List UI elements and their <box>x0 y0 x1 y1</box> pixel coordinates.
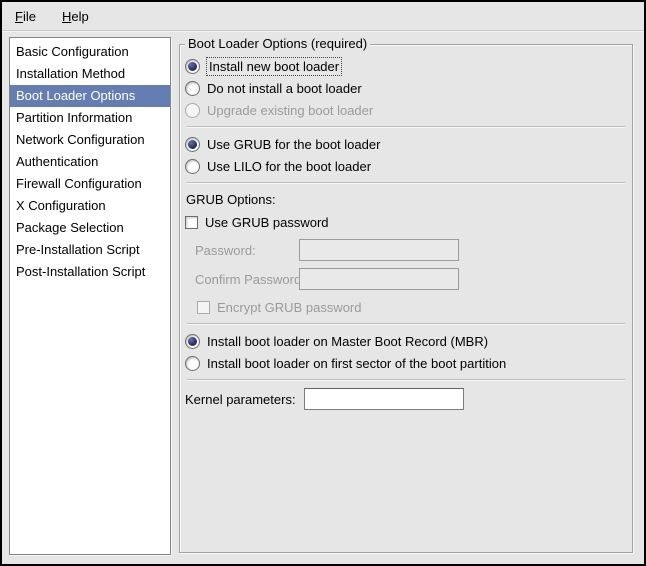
confirm-password-row: Confirm Password: <box>195 267 627 291</box>
radio-row-use-lilo[interactable]: Use LILO for the boot loader <box>185 155 627 177</box>
radio-row-install-new-boot-loader[interactable]: Install new boot loader <box>185 55 627 77</box>
confirm-password-field <box>299 268 459 290</box>
radio-use-grub-label: Use GRUB for the boot loader <box>207 137 380 152</box>
kickstart-configurator-window: File Help Basic Configuration Installati… <box>0 0 646 566</box>
sidebar-item-basic-configuration[interactable]: Basic Configuration <box>10 41 170 63</box>
sidebar-item-firewall-configuration[interactable]: Firewall Configuration <box>10 173 170 195</box>
radio-row-install-on-first-sector[interactable]: Install boot loader on first sector of t… <box>185 352 627 374</box>
sidebar-item-network-configuration[interactable]: Network Configuration <box>10 129 170 151</box>
sidebar-item-post-installation-script[interactable]: Post-Installation Script <box>10 261 170 283</box>
radio-do-not-install-boot-loader-label: Do not install a boot loader <box>207 81 362 96</box>
checkbox-use-grub-password-label: Use GRUB password <box>205 215 329 230</box>
confirm-password-label: Confirm Password: <box>195 272 299 287</box>
sidebar-item-x-configuration[interactable]: X Configuration <box>10 195 170 217</box>
boot-loader-options-frame: Boot Loader Options (required) Install n… <box>179 44 633 553</box>
radio-row-install-on-mbr[interactable]: Install boot loader on Master Boot Recor… <box>185 330 627 352</box>
kernel-parameters-label: Kernel parameters: <box>185 392 296 407</box>
password-label: Password: <box>195 243 299 258</box>
radio-row-use-grub[interactable]: Use GRUB for the boot loader <box>185 133 627 155</box>
radio-install-new-boot-loader-icon[interactable] <box>185 59 200 74</box>
sidebar-item-boot-loader-options[interactable]: Boot Loader Options <box>10 85 170 107</box>
radio-upgrade-existing-boot-loader-label: Upgrade existing boot loader <box>207 103 373 118</box>
kernel-parameters-row: Kernel parameters: <box>185 387 627 411</box>
radio-install-on-mbr-icon[interactable] <box>185 334 200 349</box>
section-list: Basic Configuration Installation Method … <box>9 37 171 555</box>
menu-bar: File Help <box>2 2 644 31</box>
checkbox-row-encrypt-grub-password: Encrypt GRUB password <box>197 296 627 318</box>
password-row: Password: <box>195 238 627 262</box>
separator <box>187 126 625 128</box>
menu-file[interactable]: File <box>8 6 43 27</box>
separator <box>187 323 625 325</box>
kernel-parameters-field[interactable] <box>304 388 464 410</box>
menu-help[interactable]: Help <box>55 6 96 27</box>
radio-use-lilo-label: Use LILO for the boot loader <box>207 159 371 174</box>
sidebar-item-authentication[interactable]: Authentication <box>10 151 170 173</box>
radio-install-on-first-sector-icon[interactable] <box>185 356 200 371</box>
radio-row-do-not-install-boot-loader[interactable]: Do not install a boot loader <box>185 77 627 99</box>
main-area: Basic Configuration Installation Method … <box>2 31 644 564</box>
checkbox-encrypt-grub-password-label: Encrypt GRUB password <box>217 300 362 315</box>
frame-title: Boot Loader Options (required) <box>185 36 370 51</box>
separator <box>187 379 625 381</box>
sidebar-item-partition-information[interactable]: Partition Information <box>10 107 170 129</box>
checkbox-row-use-grub-password[interactable]: Use GRUB password <box>185 211 627 233</box>
radio-use-lilo-icon[interactable] <box>185 159 200 174</box>
radio-install-on-mbr-label: Install boot loader on Master Boot Recor… <box>207 334 488 349</box>
radio-do-not-install-boot-loader-icon[interactable] <box>185 81 200 96</box>
checkbox-encrypt-grub-password-icon <box>197 301 210 314</box>
frame-content: Install new boot loader Do not install a… <box>180 45 632 411</box>
separator <box>187 182 625 184</box>
radio-install-new-boot-loader-label: Install new boot loader <box>207 58 341 75</box>
checkbox-use-grub-password-icon[interactable] <box>185 216 198 229</box>
radio-install-on-first-sector-label: Install boot loader on first sector of t… <box>207 356 506 371</box>
radio-upgrade-existing-boot-loader-icon <box>185 103 200 118</box>
grub-options-heading: GRUB Options: <box>185 189 627 211</box>
sidebar-item-installation-method[interactable]: Installation Method <box>10 63 170 85</box>
sidebar-item-package-selection[interactable]: Package Selection <box>10 217 170 239</box>
sidebar-item-pre-installation-script[interactable]: Pre-Installation Script <box>10 239 170 261</box>
radio-row-upgrade-existing-boot-loader: Upgrade existing boot loader <box>185 99 627 121</box>
password-field <box>299 239 459 261</box>
radio-use-grub-icon[interactable] <box>185 137 200 152</box>
